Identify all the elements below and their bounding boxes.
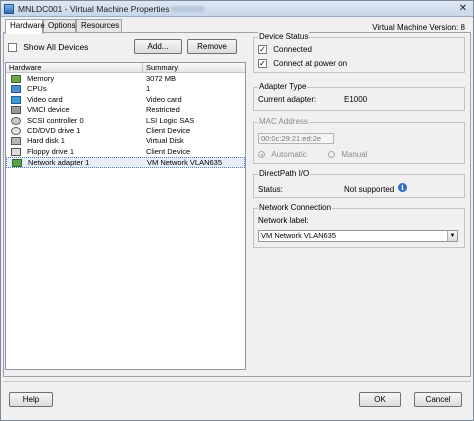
hardware-summary: Client Device — [146, 126, 191, 135]
hardware-summary: LSI Logic SAS — [146, 115, 195, 125]
column-divider[interactable] — [142, 63, 143, 73]
directpath-status-label: Status: — [258, 185, 283, 194]
memory-icon — [11, 75, 21, 83]
tab-options[interactable]: Options — [43, 19, 76, 33]
close-icon[interactable]: ✕ — [456, 3, 470, 15]
network-connection-group: Network Connection Network label: VM Net… — [253, 203, 465, 248]
tab-hardware[interactable]: Hardware — [5, 19, 45, 34]
mac-address-group: MAC Address 00:0c:29:21:ed:2e Automatic … — [253, 117, 465, 164]
device-status-group: Device Status ✓ Connected ✓ Connect at p… — [253, 32, 465, 73]
chevron-down-icon[interactable]: ▼ — [447, 231, 457, 241]
current-adapter-value: E1000 — [344, 95, 368, 104]
title-bar[interactable]: MNLDC001 - Virtual Machine Properties ✕ — [1, 1, 473, 17]
mac-address-field[interactable]: 00:0c:29:21:ed:2e — [258, 133, 334, 144]
network-connection-title: Network Connection — [258, 203, 333, 213]
connected-label: Connected — [273, 45, 312, 55]
hardware-list[interactable]: Hardware Summary Memory 3072 MB CPUs 1 V… — [5, 62, 246, 370]
hardware-row-vmci-device[interactable]: VMCI device Restricted — [6, 105, 245, 115]
hardware-summary: Client Device — [146, 146, 191, 156]
hardware-name: CPUs — [27, 84, 47, 94]
hard-disk-icon — [11, 137, 21, 146]
help-button[interactable]: Help — [9, 392, 53, 407]
show-all-devices-label: Show All Devices — [23, 42, 89, 52]
network-label-label: Network label: — [258, 216, 309, 225]
ok-button[interactable]: OK — [359, 392, 401, 407]
floppy-drive-icon — [11, 147, 21, 156]
adapter-type-group: Adapter Type Current adapter: E1000 — [253, 82, 465, 111]
remove-device-button[interactable]: Remove — [187, 39, 237, 54]
directpath-io-group: DirectPath I/O Status: Not supported i — [253, 169, 465, 198]
hardware-row-hard-disk[interactable]: Hard disk 1 Virtual Disk — [6, 136, 245, 146]
hardware-summary: Video card — [146, 94, 182, 104]
vmci-device-icon — [11, 106, 21, 115]
vm-app-icon — [4, 4, 14, 14]
mac-automatic-option[interactable]: Automatic — [258, 150, 307, 159]
hardware-name: Network adapter 1 — [28, 158, 90, 168]
adapter-type-title: Adapter Type — [258, 82, 308, 92]
connected-checkbox[interactable]: ✓ — [258, 45, 267, 55]
directpath-io-title: DirectPath I/O — [258, 169, 311, 179]
hardware-name: CD/DVD drive 1 — [27, 126, 81, 135]
show-all-devices-checkbox[interactable] — [8, 42, 17, 52]
mac-address-title: MAC Address — [258, 117, 309, 127]
hardware-name: Memory — [27, 74, 55, 83]
network-label-value: VM Network VLAN635 — [261, 231, 337, 240]
footer-separator — [3, 381, 471, 382]
connect-at-power-on-checkbox[interactable]: ✓ — [258, 59, 267, 69]
hardware-summary: 3072 MB — [146, 74, 177, 83]
redacted-title-region — [171, 6, 205, 12]
hardware-list-header: Hardware Summary — [6, 63, 245, 73]
network-label-select[interactable]: VM Network VLAN635 ▼ — [258, 230, 458, 242]
hardware-row-cpus[interactable]: CPUs 1 — [6, 84, 245, 94]
hardware-name: Hard disk 1 — [27, 136, 65, 146]
connect-at-power-on-option[interactable]: ✓ Connect at power on — [258, 59, 348, 69]
connected-option[interactable]: ✓ Connected — [258, 45, 312, 55]
mac-automatic-label: Automatic — [271, 150, 307, 160]
hardware-name: Video card — [27, 94, 63, 104]
mac-manual-radio[interactable] — [328, 151, 335, 159]
video-card-icon — [11, 95, 21, 104]
hardware-name: SCSI controller 0 — [27, 115, 84, 125]
hardware-name: VMCI device — [27, 105, 70, 115]
directpath-status-value: Not supported — [344, 185, 395, 194]
scsi-controller-icon — [11, 116, 21, 125]
hardware-row-scsi-controller[interactable]: SCSI controller 0 LSI Logic SAS — [6, 116, 245, 126]
hardware-name: Floppy drive 1 — [27, 146, 75, 156]
device-status-title: Device Status — [258, 32, 310, 42]
show-all-devices[interactable]: Show All Devices — [8, 42, 88, 52]
vm-properties-window: MNLDC001 - Virtual Machine Properties ✕ … — [0, 0, 474, 421]
mac-manual-label: Manual — [341, 150, 368, 160]
hardware-row-video-card[interactable]: Video card Video card — [6, 95, 245, 105]
hardware-row-floppy-drive[interactable]: Floppy drive 1 Client Device — [6, 147, 245, 157]
add-device-button[interactable]: Add... — [134, 39, 182, 54]
hardware-summary: Virtual Disk — [146, 136, 184, 146]
hardware-summary: Restricted — [146, 105, 180, 115]
connect-at-power-on-label: Connect at power on — [273, 59, 348, 69]
current-adapter-label: Current adapter: — [258, 95, 317, 104]
tab-resources[interactable]: Resources — [76, 19, 122, 33]
mac-automatic-radio[interactable] — [258, 151, 265, 159]
hardware-row-network-adapter[interactable]: Network adapter 1 VM Network VLAN635 — [6, 157, 245, 168]
cancel-button[interactable]: Cancel — [414, 392, 462, 407]
hardware-summary: VM Network VLAN635 — [147, 158, 223, 168]
hardware-summary: 1 — [146, 84, 151, 94]
column-header-summary[interactable]: Summary — [146, 63, 178, 73]
hardware-row-memory[interactable]: Memory 3072 MB — [6, 74, 245, 84]
hardware-row-cd-dvd-drive[interactable]: CD/DVD drive 1 Client Device — [6, 126, 245, 136]
cd-dvd-drive-icon — [11, 127, 21, 135]
window-title: MNLDC001 - Virtual Machine Properties — [18, 4, 170, 14]
info-icon[interactable]: i — [398, 183, 407, 192]
cpu-icon — [11, 85, 21, 94]
network-adapter-icon — [12, 159, 22, 168]
vm-version-label: Virtual Machine Version: 8 — [372, 23, 465, 32]
column-header-hardware[interactable]: Hardware — [9, 63, 42, 73]
mac-manual-option[interactable]: Manual — [328, 150, 367, 159]
